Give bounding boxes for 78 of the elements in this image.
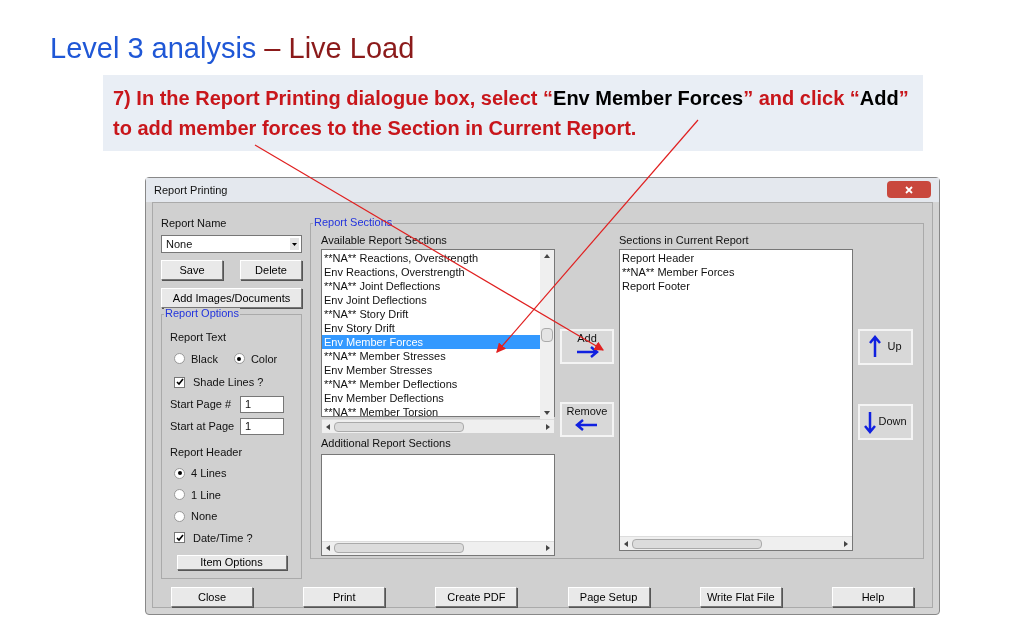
list-item[interactable]: Env Joint Deflections — [322, 293, 540, 307]
dialog-button[interactable]: Write Flat File — [699, 587, 782, 607]
dialog-button[interactable]: Help — [831, 587, 914, 607]
field-label: Report Header — [170, 444, 244, 460]
dropdown-caret-icon — [290, 238, 299, 250]
remove-button[interactable]: Remove — [560, 401, 614, 437]
dialog-button[interactable]: Print — [303, 587, 386, 607]
scroll-thumb[interactable] — [334, 543, 464, 553]
list-label: Additional Report Sections — [321, 436, 452, 451]
dialog-button[interactable]: Page Setup — [567, 587, 650, 607]
checkbox[interactable] — [174, 376, 185, 388]
radio-button[interactable] — [174, 353, 185, 365]
horizontal-scrollbar[interactable] — [322, 419, 554, 433]
scroll-down-icon[interactable] — [544, 411, 550, 415]
slide-title-suffix: – Live Load — [264, 34, 415, 63]
checkbox[interactable] — [174, 532, 185, 544]
instruction-text: 7) In the Report Printing dialogue box, select “Env Member Forces” and click “Add” to add member forces to the Section in Current Report. — [113, 86, 910, 141]
dialog-button[interactable]: Create PDF — [435, 587, 518, 607]
scroll-left-icon[interactable] — [326, 545, 330, 551]
list-label: Sections in Current Report — [619, 232, 750, 248]
report-name-dropdown[interactable]: None — [161, 235, 302, 253]
radio-button[interactable] — [174, 467, 185, 479]
horizontal-scrollbar[interactable] — [322, 540, 554, 555]
field-label: Report Text — [170, 330, 228, 345]
radio-label: 1 Line — [191, 487, 221, 503]
scroll-thumb[interactable] — [632, 538, 762, 549]
list-item[interactable]: Report Footer — [620, 279, 852, 293]
down-button[interactable]: Down — [858, 403, 913, 440]
vertical-scrollbar[interactable] — [540, 250, 554, 419]
dialog-button[interactable]: Close — [171, 587, 253, 607]
arrow-left-icon — [575, 416, 599, 433]
list-item[interactable]: **NA** Joint Deflections — [322, 279, 540, 293]
page-number-field[interactable]: 1 — [240, 395, 284, 413]
horizontal-scrollbar[interactable] — [620, 536, 852, 550]
arrow-up-icon — [869, 334, 882, 359]
list-item[interactable]: **NA** Member Deflections — [322, 377, 540, 391]
arrow-right-icon — [575, 343, 599, 360]
radio-button[interactable] — [233, 353, 245, 365]
list-item[interactable]: Env Member Stresses — [322, 363, 540, 377]
radio-label: Black — [191, 351, 218, 367]
checkbox-label: Date/Time ? — [193, 530, 253, 546]
scroll-thumb[interactable] — [334, 421, 464, 432]
dialog-button[interactable]: Save — [161, 260, 223, 280]
close-icon — [905, 185, 913, 194]
list-item[interactable]: Env Reactions, Overstrength — [322, 265, 540, 279]
scroll-right-icon[interactable] — [546, 423, 550, 430]
scroll-right-icon[interactable] — [844, 540, 848, 547]
radio-label: 4 Lines — [191, 466, 227, 481]
add-images-button[interactable]: Add Images/Documents — [161, 288, 302, 308]
scroll-right-icon[interactable] — [546, 545, 550, 551]
close-button[interactable] — [887, 181, 931, 199]
field-label: Start at Page — [170, 418, 236, 434]
radio-button[interactable] — [174, 510, 185, 522]
window-title: Report Printing — [154, 182, 228, 198]
list-item[interactable]: Env Member Deflections — [322, 391, 540, 405]
list-item[interactable]: **NA** Story Drift — [322, 307, 540, 321]
list-item[interactable]: **NA** Member Torsion — [322, 405, 540, 419]
list-item[interactable]: **NA** Member Forces — [620, 265, 852, 279]
scroll-up-icon[interactable] — [544, 254, 550, 258]
field-label: Start Page # — [170, 396, 233, 412]
scroll-left-icon[interactable] — [326, 423, 330, 430]
arrow-down-icon — [864, 409, 877, 434]
radio-label: None — [191, 509, 218, 524]
dialog-button[interactable]: Delete — [240, 260, 302, 280]
list-item[interactable]: Env Story Drift — [322, 321, 540, 335]
group-title: Report Options — [164, 308, 240, 319]
slide-title: Level 3 analysis — [50, 34, 257, 63]
radio-button[interactable] — [174, 489, 185, 501]
scroll-thumb[interactable] — [541, 327, 553, 342]
list-item[interactable]: Report Header — [620, 251, 852, 265]
page-number-field[interactable]: 1 — [240, 417, 284, 435]
item-options-button[interactable]: Item Options — [176, 555, 287, 570]
scroll-left-icon[interactable] — [624, 540, 628, 547]
field-label: Report Name — [161, 215, 228, 231]
checkbox-label: Shade Lines ? — [193, 375, 264, 390]
radio-label: Color — [250, 351, 278, 367]
up-button[interactable]: Up — [858, 328, 913, 365]
list-item[interactable]: **NA** Member Stresses — [322, 349, 540, 363]
